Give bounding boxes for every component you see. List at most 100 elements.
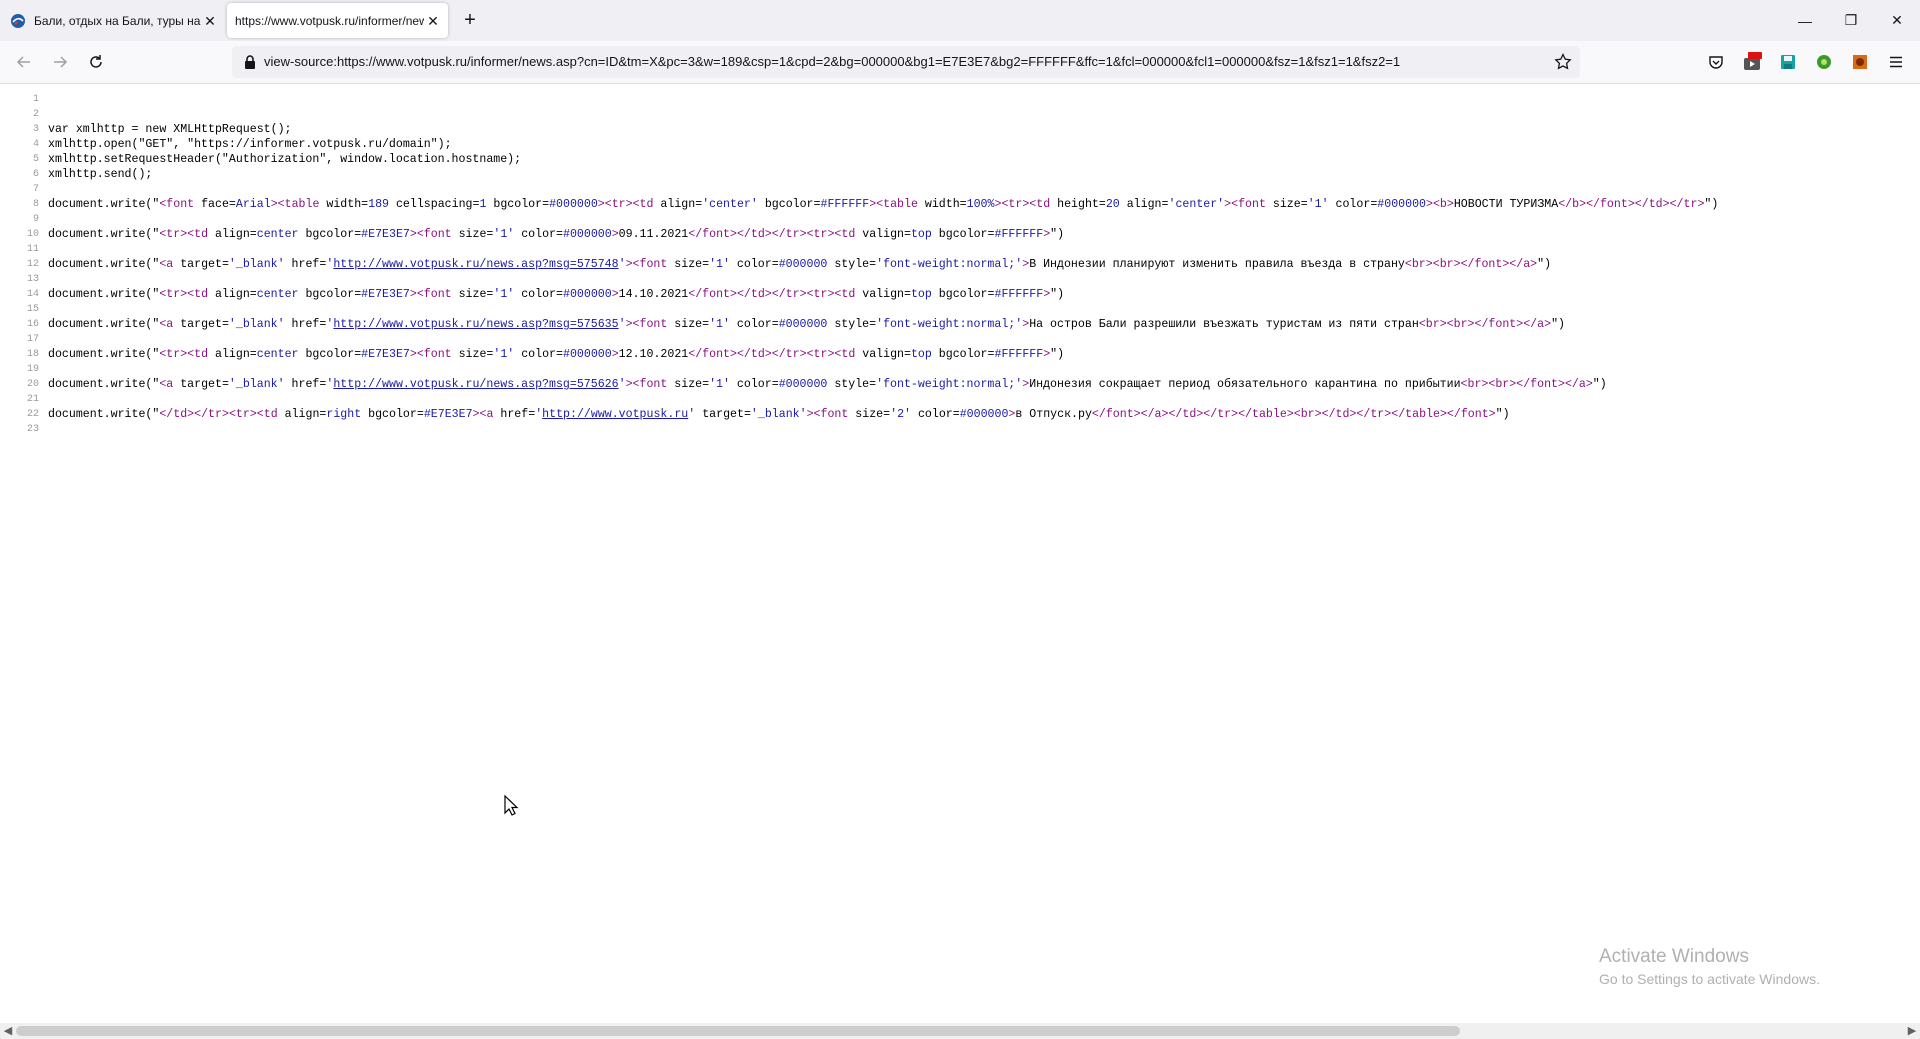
source-line: 9 xyxy=(0,212,1920,227)
line-number: 5 xyxy=(32,154,39,165)
line-number: 20 xyxy=(26,379,39,390)
horizontal-scrollbar[interactable]: ◀ ▶ xyxy=(0,1023,1920,1039)
new-tab-button[interactable]: + xyxy=(460,10,480,30)
video-extension-icon xyxy=(1744,52,1762,70)
hamburger-menu-icon xyxy=(1890,56,1902,68)
source-code-text: xmlhttp.setRequestHeader("Authorization"… xyxy=(48,153,522,166)
orange-square-extension-icon xyxy=(1853,55,1867,69)
minimize-button[interactable]: — xyxy=(1782,0,1828,41)
mouse-cursor-icon xyxy=(504,795,519,816)
close-tab-icon[interactable]: ✕ xyxy=(424,12,442,30)
back-arrow-icon xyxy=(16,56,30,68)
source-code-text: xmlhttp.send(); xyxy=(48,168,153,181)
line-number: 2 xyxy=(32,109,39,120)
scroll-left-arrow-icon[interactable]: ◀ xyxy=(0,1023,16,1039)
view-source-content: 1 2 3 var xmlhttp = new XMLHttpRequest(); 4 x… xyxy=(0,92,1920,437)
votpusk-favicon-icon xyxy=(11,13,25,28)
address-bar[interactable]: view-source:https://www.votpusk.ru/infor… xyxy=(232,46,1580,78)
source-code-text: document.write("<a target='_blank' href=… xyxy=(48,318,1565,331)
tab-title: Бали, отдых на Бали, туры на Бали xyxy=(34,13,201,28)
save-floppy-icon xyxy=(1781,55,1795,69)
reload-button[interactable] xyxy=(84,50,108,74)
line-number: 10 xyxy=(26,229,39,240)
line-number: 14 xyxy=(26,289,39,300)
source-line: 23 xyxy=(0,422,1920,437)
source-line: 1 xyxy=(0,92,1920,107)
line-number: 3 xyxy=(32,124,39,135)
source-code-text: document.write("<tr><td align=center bgc… xyxy=(48,228,1065,241)
source-line: 10 document.write("<tr><td align=center b… xyxy=(0,227,1920,242)
source-line: 11 xyxy=(0,242,1920,257)
line-number: 6 xyxy=(32,169,39,180)
line-number: 19 xyxy=(26,364,39,375)
source-code-text: document.write("<font face=Arial><table … xyxy=(48,198,1719,211)
tab-strip: Бали, отдых на Бали, туры на Бали ✕ http… xyxy=(0,0,1920,41)
source-line: 4 xmlhttp.open("GET", "https://informer.v… xyxy=(0,137,1920,152)
source-line: 3 var xmlhttp = new XMLHttpRequest(); xyxy=(0,122,1920,137)
source-code-text: document.write("<tr><td align=center bgc… xyxy=(48,288,1065,301)
line-number: 9 xyxy=(32,214,39,225)
source-line: 6 xmlhttp.send(); xyxy=(0,167,1920,182)
line-number: 15 xyxy=(26,304,39,315)
lock-icon[interactable] xyxy=(242,54,258,70)
line-number: 12 xyxy=(26,259,39,270)
app-menu-button[interactable] xyxy=(1886,52,1906,72)
source-code-text: var xmlhttp = new XMLHttpRequest(); xyxy=(48,123,292,136)
source-line: 2 xyxy=(0,107,1920,122)
line-number: 8 xyxy=(32,199,39,210)
back-button[interactable] xyxy=(12,50,36,74)
line-number: 21 xyxy=(26,394,39,405)
scrollbar-thumb[interactable] xyxy=(16,1026,1460,1036)
activate-windows-watermark: Activate Windows Go to Settings to activ… xyxy=(1599,945,1820,989)
source-line: 7 xyxy=(0,182,1920,197)
line-number: 13 xyxy=(26,274,39,285)
tab-title: https://www.votpusk.ru/informer/news.asp… xyxy=(235,13,424,28)
scroll-right-arrow-icon[interactable]: ▶ xyxy=(1904,1023,1920,1039)
restore-button[interactable]: ❐ xyxy=(1828,0,1874,41)
line-number: 16 xyxy=(26,319,39,330)
source-line: 5 xmlhttp.setRequestHeader("Authorization… xyxy=(0,152,1920,167)
source-line: 22 document.write("</td></tr><tr><td alig… xyxy=(0,407,1920,422)
source-line: 19 xyxy=(0,362,1920,377)
watermark-subtitle: Go to Settings to activate Windows. xyxy=(1599,971,1820,987)
source-code-text: document.write("<tr><td align=center bgc… xyxy=(48,348,1065,361)
line-number: 11 xyxy=(26,244,39,255)
extension-save-button[interactable] xyxy=(1778,52,1798,72)
source-line: 16 document.write("<a target='_blank' hre… xyxy=(0,317,1920,332)
watermark-title: Activate Windows xyxy=(1599,946,1749,967)
forward-button[interactable] xyxy=(48,50,72,74)
close-tab-icon[interactable]: ✕ xyxy=(201,12,219,30)
source-line: 15 xyxy=(0,302,1920,317)
line-number: 18 xyxy=(26,349,39,360)
reload-icon xyxy=(90,55,102,68)
source-line: 18 document.write("<tr><td align=center b… xyxy=(0,347,1920,362)
source-line: 8 document.write("<font face=Arial><table… xyxy=(0,197,1920,212)
line-number: 7 xyxy=(32,184,39,195)
close-window-button[interactable]: ✕ xyxy=(1874,0,1920,41)
line-number: 23 xyxy=(26,424,39,435)
line-number: 17 xyxy=(26,334,39,345)
source-line: 20 document.write("<a target='_blank' hre… xyxy=(0,377,1920,392)
extension-green-button[interactable] xyxy=(1814,52,1834,72)
source-code-text: document.write("</td></tr><tr><td align=… xyxy=(48,408,1510,421)
line-number: 22 xyxy=(26,409,39,420)
pocket-icon xyxy=(1709,56,1723,69)
pocket-button[interactable] xyxy=(1706,52,1726,72)
tab-bali[interactable]: Бали, отдых на Бали, туры на Бали ✕ xyxy=(0,0,225,41)
extension-video-button[interactable] xyxy=(1742,52,1762,72)
green-circle-extension-icon xyxy=(1817,55,1831,69)
url-text[interactable]: view-source:https://www.votpusk.ru/infor… xyxy=(264,46,1534,78)
source-line: 13 xyxy=(0,272,1920,287)
source-line: 12 document.write("<a target='_blank' hre… xyxy=(0,257,1920,272)
extension-orange-button[interactable] xyxy=(1850,52,1870,72)
bookmark-star-icon[interactable] xyxy=(1554,53,1572,71)
navigation-toolbar: view-source:https://www.votpusk.ru/infor… xyxy=(0,41,1920,84)
tab-view-source[interactable]: https://www.votpusk.ru/informer/news.asp… xyxy=(227,3,448,38)
line-number: 4 xyxy=(32,139,39,150)
source-line: 14 document.write("<tr><td align=center b… xyxy=(0,287,1920,302)
source-code-text: document.write("<a target='_blank' href=… xyxy=(48,378,1607,391)
line-number: 1 xyxy=(32,94,39,105)
source-code-text: xmlhttp.open("GET", "https://informer.vo… xyxy=(48,138,452,151)
source-line: 21 xyxy=(0,392,1920,407)
source-code-text: document.write("<a target='_blank' href=… xyxy=(48,258,1552,271)
